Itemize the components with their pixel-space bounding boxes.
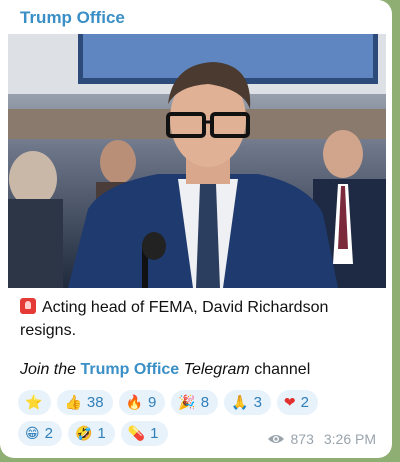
reaction-star[interactable]: ⭐ [18,390,52,415]
reaction-party-popper[interactable]: 🎉 8 [171,390,219,415]
rofl-icon: 🤣 [74,425,93,442]
join-prefix: Join the [20,361,77,378]
post-caption: Acting head of FEMA, David Richardson re… [20,296,380,342]
rotating-light-icon [20,298,36,314]
thumbs-up-icon: 👍 [64,394,82,411]
reaction-count: 8 [200,394,210,411]
reaction-count: 2 [44,425,53,442]
party-popper-icon: 🎉 [178,394,196,411]
reactions-row-1: ⭐ 👍 38 🔥 9 🎉 8 🙏 3 ❤ 2 [18,390,388,415]
hearing-photo [8,34,386,288]
grin-icon: 😁 [25,425,40,442]
reaction-folded-hands[interactable]: 🙏 3 [224,390,271,415]
channel-name[interactable]: Trump Office [20,8,125,28]
message-meta: 873 3:26 PM [267,431,376,447]
reaction-count: 9 [148,394,157,411]
folded-hands-icon: 🙏 [231,394,249,411]
reaction-rofl[interactable]: 🤣 1 [67,421,115,446]
join-telegram: Telegram [183,361,250,378]
view-count: 873 [290,431,314,447]
post-photo[interactable] [8,34,386,288]
reaction-count: 38 [86,394,104,411]
reaction-grin[interactable]: 😁 2 [18,421,62,446]
views-eye-icon [267,435,284,443]
reaction-count: 1 [150,425,159,442]
join-line: Join the Trump Office Telegram channel [20,361,310,379]
pill-icon: 💊 [127,425,146,442]
fire-icon: 🔥 [125,394,143,411]
reaction-count: 3 [253,394,262,411]
reaction-pill[interactable]: 💊 1 [120,421,168,446]
reaction-heart[interactable]: ❤ 2 [276,390,318,415]
message-bubble[interactable]: Trump Office Acting head of FEMA, David … [0,0,392,458]
reaction-thumbs-up[interactable]: 👍 38 [57,390,113,415]
reaction-count: 1 [97,425,106,442]
join-suffix: channel [254,361,311,378]
reaction-fire[interactable]: 🔥 9 [118,390,166,415]
heart-icon: ❤ [283,394,296,411]
star-icon: ⭐ [25,394,43,411]
reaction-count: 2 [300,394,309,411]
channel-link[interactable]: Trump Office [81,361,180,378]
message-time: 3:26 PM [323,431,376,447]
caption-text: Acting head of FEMA, David Richardson re… [20,299,329,339]
